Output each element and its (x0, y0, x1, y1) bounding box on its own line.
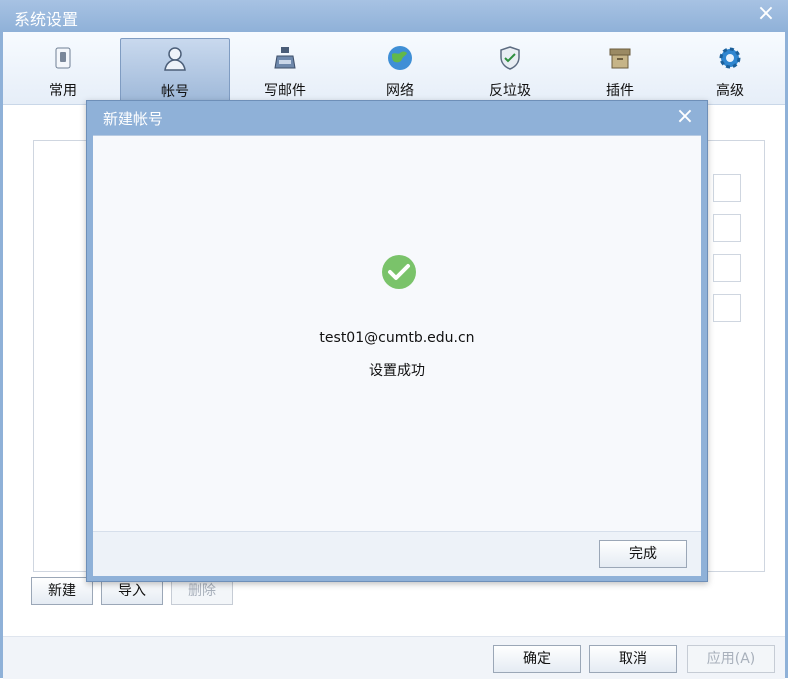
setting-field[interactable] (713, 214, 741, 242)
setting-field[interactable] (713, 174, 741, 202)
success-check-icon (381, 254, 417, 290)
close-icon[interactable]: × (756, 3, 776, 25)
ink-bottle-icon (271, 44, 299, 72)
settings-toolbar: 常用 帐号 写邮件 网络 反垃圾 插件 高级 (3, 32, 785, 105)
user-icon (161, 45, 189, 73)
tab-label: 帐号 (161, 84, 189, 100)
tab-label: 网络 (386, 83, 414, 99)
tab-label: 高级 (716, 83, 744, 99)
dialog-footer: 完成 (93, 531, 701, 576)
tab-label: 反垃圾 (489, 83, 531, 99)
globe-icon (386, 44, 414, 72)
tab-network[interactable]: 网络 (346, 38, 454, 100)
gear-icon (716, 44, 744, 72)
tab-label: 常用 (49, 83, 77, 99)
ok-button[interactable]: 确定 (493, 645, 581, 673)
box-icon (606, 44, 634, 72)
dialog-title: 新建帐号 (103, 110, 164, 128)
tab-label: 写邮件 (264, 83, 306, 99)
tab-advanced[interactable]: 高级 (676, 38, 784, 100)
dialog-body: test01@cumtb.edu.cn 设置成功 (93, 135, 701, 532)
tab-antispam[interactable]: 反垃圾 (456, 38, 564, 100)
settings-footer: 确定 取消 应用(A) (3, 636, 785, 679)
tab-general[interactable]: 常用 (9, 38, 117, 100)
cancel-button[interactable]: 取消 (589, 645, 677, 673)
tab-account[interactable]: 帐号 (120, 38, 230, 102)
tab-label: 插件 (606, 83, 634, 99)
tab-compose[interactable]: 写邮件 (231, 38, 339, 100)
done-button[interactable]: 完成 (599, 540, 687, 568)
new-account-button[interactable]: 新建 (31, 577, 93, 605)
close-icon[interactable]: × (675, 106, 695, 128)
shield-icon (496, 44, 524, 72)
apply-button[interactable]: 应用(A) (687, 645, 775, 673)
setting-field[interactable] (713, 254, 741, 282)
setting-field[interactable] (713, 294, 741, 322)
switch-icon (49, 44, 77, 72)
dialog-titlebar[interactable]: 新建帐号 × (87, 101, 707, 135)
success-message: 设置成功 (369, 363, 425, 379)
account-email: test01@cumtb.edu.cn (319, 330, 475, 346)
tab-plugins[interactable]: 插件 (566, 38, 674, 100)
window-title: 系统设置 (14, 10, 79, 29)
new-account-dialog: 新建帐号 × test01@cumtb.edu.cn 设置成功 完成 (86, 100, 708, 582)
window-titlebar[interactable]: 系统设置 × (0, 0, 788, 32)
